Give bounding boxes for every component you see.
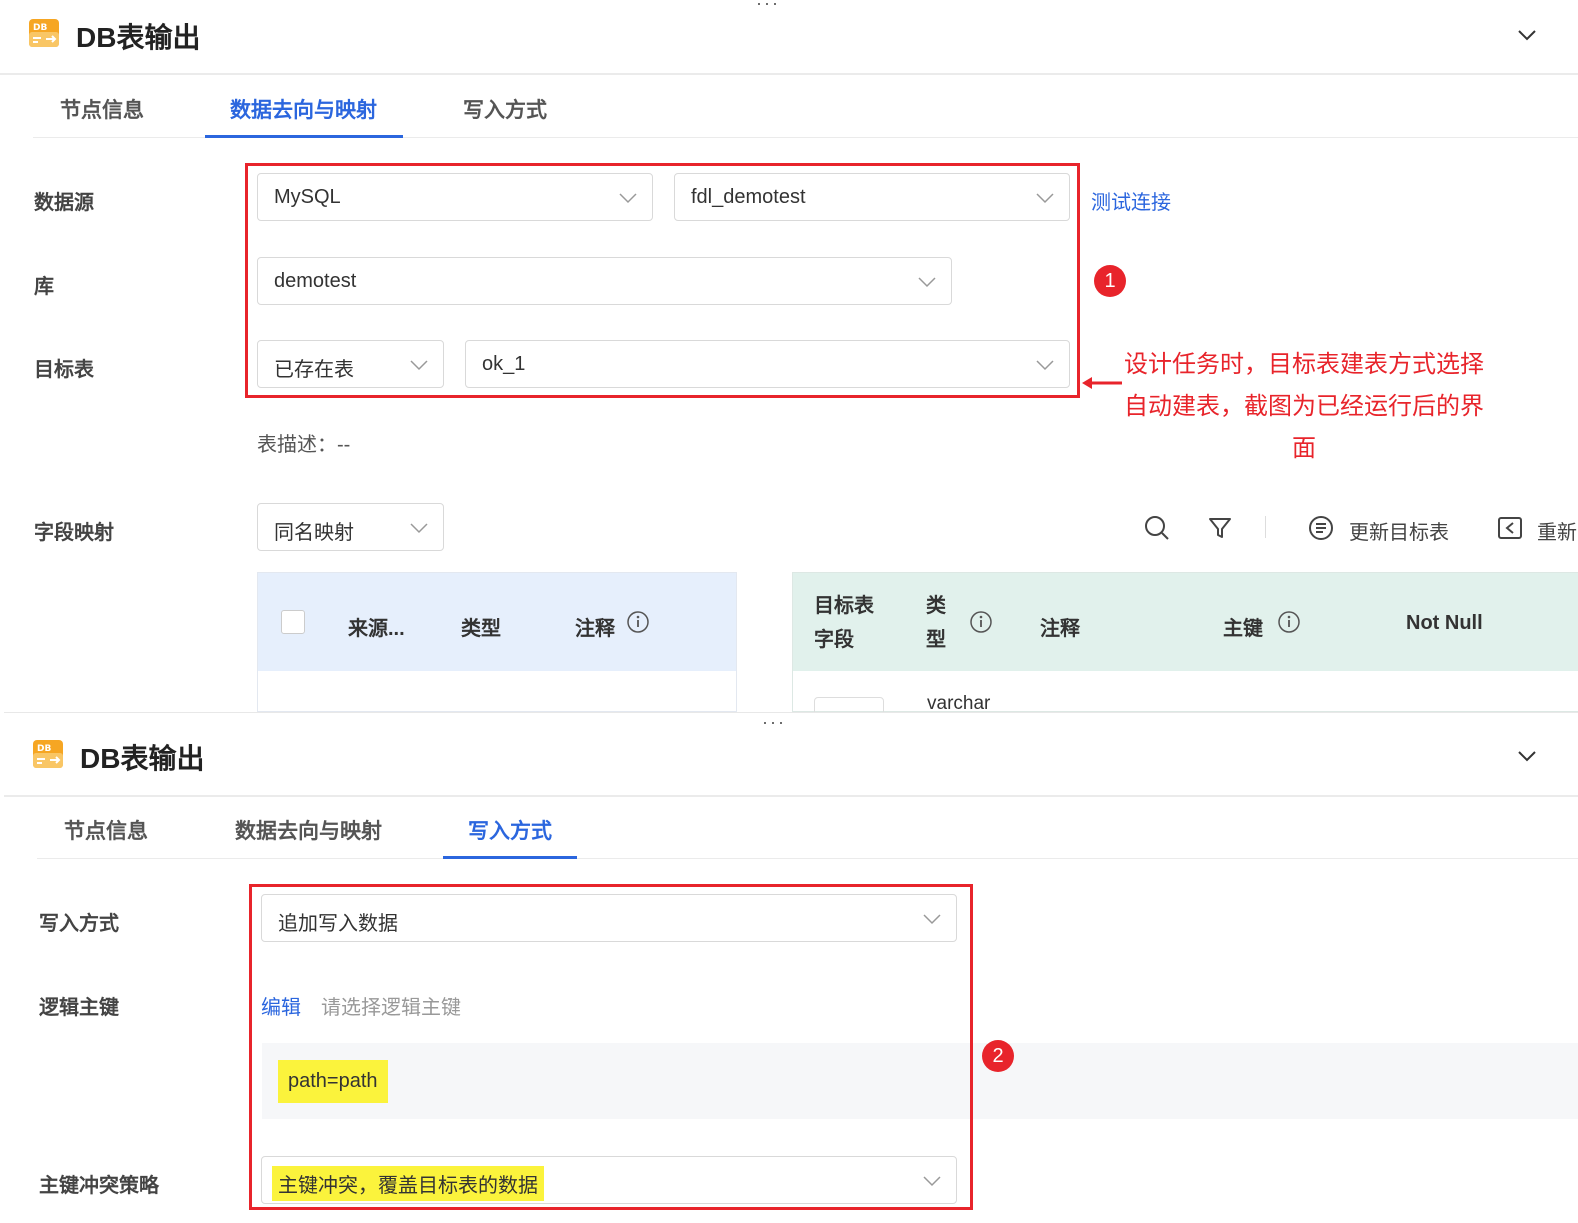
db-output-logo-icon: DB xyxy=(33,740,63,768)
panel-title: DB表输出 xyxy=(80,743,205,774)
db-output-panel-top: ··· DB DB表输出 节点信息 数据去向与映射 写入方式 数据源 MySQL… xyxy=(0,0,1578,712)
annotation-badge-1: 1 xyxy=(1094,265,1126,297)
target-table-header: 目标表字段 类型 注释 主键 Not Null xyxy=(793,573,1578,671)
select-all-checkbox[interactable] xyxy=(281,610,305,634)
panel-header: DB DB表输出 xyxy=(4,721,1578,797)
tab-write-mode[interactable]: 写入方式 xyxy=(463,94,547,124)
db-output-logo-icon: DB xyxy=(29,19,59,47)
annotation-badge-2: 2 xyxy=(982,1040,1014,1072)
toolbar-divider xyxy=(1265,516,1266,538)
annotation-arrow-icon xyxy=(1082,377,1122,389)
field-mapping-label: 字段映射 xyxy=(34,522,114,544)
panel-tabs: 节点信息 数据去向与映射 写入方式 xyxy=(33,76,1578,138)
field-mapping-select[interactable]: 同名映射 xyxy=(257,503,444,551)
db-output-panel-bottom: ··· DB DB表输出 节点信息 数据去向与映射 写入方式 写入方式 追加写入… xyxy=(4,712,1578,1223)
annotation-note: 设计任务时，目标表建表方式选择自动建表，截图为已经运行后的界面 xyxy=(1124,351,1484,462)
reset-button[interactable]: 重新 xyxy=(1537,516,1577,545)
info-icon[interactable] xyxy=(626,610,650,634)
collapse-chevron-icon[interactable] xyxy=(1516,745,1538,767)
database-label: 库 xyxy=(34,276,54,298)
target-field-input[interactable] xyxy=(814,697,884,712)
update-target-table-button[interactable]: 更新目标表 xyxy=(1349,516,1449,545)
test-connection-link[interactable]: 测试连接 xyxy=(1091,186,1171,215)
source-col-field: 来源... xyxy=(348,618,405,640)
datasource-label: 数据源 xyxy=(34,192,94,214)
source-table-header: 来源... 类型 注释 xyxy=(258,573,736,671)
tab-data-mapping[interactable]: 数据去向与映射 xyxy=(235,815,382,845)
panel-tabs: 节点信息 数据去向与映射 写入方式 xyxy=(37,797,1578,859)
panel-title: DB表输出 xyxy=(76,22,201,53)
target-fields-table: 目标表字段 类型 注释 主键 Not Null varchar xyxy=(792,572,1578,712)
annotation-box-2 xyxy=(249,884,973,1210)
reset-icon xyxy=(1498,517,1522,539)
tab-write-mode[interactable]: 写入方式 xyxy=(468,815,552,845)
target-col-type: 类型 xyxy=(926,595,946,651)
svg-text:DB: DB xyxy=(37,744,51,754)
conflict-strategy-label: 主键冲突策略 xyxy=(39,1175,159,1197)
active-tab-indicator xyxy=(443,856,577,859)
source-col-comment: 注释 xyxy=(575,618,615,640)
field-mapping-value: 同名映射 xyxy=(274,522,354,544)
search-icon[interactable] xyxy=(1143,514,1171,542)
target-col-not-null: Not Null xyxy=(1406,612,1483,634)
target-field-type-cell: varchar xyxy=(927,693,991,712)
annotation-box-1 xyxy=(245,163,1080,398)
target-col-primary-key: 主键 xyxy=(1223,618,1263,640)
chevron-down-icon xyxy=(410,523,428,534)
target-col-comment: 注释 xyxy=(1040,618,1080,640)
tab-node-info[interactable]: 节点信息 xyxy=(64,815,148,845)
target-col-field: 目标表字段 xyxy=(814,595,874,651)
active-tab-indicator xyxy=(205,135,403,138)
target-table-label: 目标表 xyxy=(34,359,94,381)
svg-text:DB: DB xyxy=(33,23,47,33)
filter-icon[interactable] xyxy=(1206,514,1234,542)
logic-key-label: 逻辑主键 xyxy=(39,997,119,1019)
collapse-chevron-icon[interactable] xyxy=(1516,24,1538,46)
tab-node-info[interactable]: 节点信息 xyxy=(60,94,144,124)
info-icon[interactable] xyxy=(969,610,993,634)
table-description: 表描述：-- xyxy=(257,434,351,456)
tab-data-mapping[interactable]: 数据去向与映射 xyxy=(230,94,377,124)
update-table-icon xyxy=(1309,516,1333,540)
panel-header: DB DB表输出 xyxy=(0,0,1578,75)
info-icon[interactable] xyxy=(1277,610,1301,634)
source-fields-table: 来源... 类型 注释 xyxy=(257,572,737,712)
source-col-type: 类型 xyxy=(461,618,501,640)
write-mode-label: 写入方式 xyxy=(39,913,119,935)
